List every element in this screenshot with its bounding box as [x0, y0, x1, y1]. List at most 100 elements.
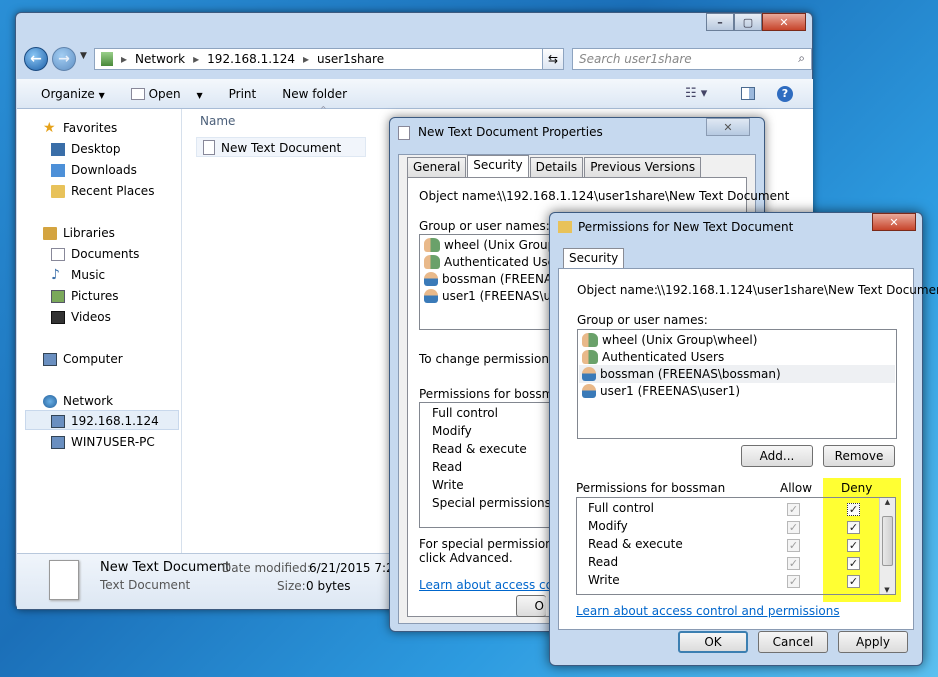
close-button[interactable]: ✕ [706, 118, 750, 136]
cancel-button[interactable]: Cancel [758, 631, 828, 653]
users-listbox[interactable]: wheel (Unix Group\wheel) Authenticated U… [577, 329, 897, 439]
navigation-pane: ★ Favorites Desktop Downloads Recent Plac… [17, 109, 182, 553]
column-header-name[interactable]: Name [200, 114, 235, 128]
minimize-button[interactable]: – [706, 13, 734, 31]
file-name: New Text Document [221, 141, 342, 155]
videos-icon [51, 310, 65, 324]
open-button[interactable]: Open ▼ [130, 86, 203, 101]
list-item[interactable]: user1 (FREENAS\user [424, 289, 570, 303]
tab-details[interactable]: Details [529, 157, 584, 177]
views-icon[interactable]: ☷ ▾ [685, 86, 707, 101]
object-name-value: \\192.168.1.124\user1share\New Text Docu… [498, 189, 790, 203]
nav-host-win7user-pc[interactable]: WIN7USER-PC [51, 435, 155, 449]
breadcrumb-network[interactable]: Network [135, 52, 185, 66]
tab-general[interactable]: General [407, 157, 467, 177]
chevron-down-icon[interactable]: ▼ [196, 91, 202, 100]
folder-icon [558, 221, 572, 233]
ok-button[interactable]: O [516, 595, 546, 617]
permission-name: Read & execute [432, 442, 527, 456]
search-input[interactable]: Search user1share ⌕ [572, 48, 812, 70]
tab-strip: Security [563, 248, 625, 270]
breadcrumb-share[interactable]: user1share [317, 52, 384, 66]
desktop-icon [51, 142, 65, 156]
dialog-title: Permissions for New Text Document [578, 220, 794, 234]
nav-libraries[interactable]: Libraries [43, 226, 115, 240]
object-name-label: Object name: [419, 189, 500, 203]
nav-host-192-168-1-124[interactable]: 192.168.1.124 [51, 414, 159, 428]
organize-button[interactable]: Organize ▼ [41, 87, 105, 101]
search-icon: ⌕ [798, 51, 805, 65]
list-item[interactable]: wheel (Unix Group\wheel) [582, 333, 757, 347]
nav-videos[interactable]: Videos [51, 310, 111, 324]
list-item[interactable]: user1 (FREENAS\user1) [582, 384, 740, 398]
forward-button[interactable]: → [52, 47, 76, 71]
group-names-label: Group or user names: [419, 219, 550, 233]
network-icon [101, 52, 113, 66]
group-icon [582, 350, 598, 364]
tab-security[interactable]: Security [563, 248, 625, 270]
chevron-down-icon: ▼ [98, 90, 105, 100]
user-name: Authenticated Users [444, 255, 567, 269]
breadcrumb-sep-icon: ▸ [121, 52, 128, 66]
nav-label: Network [63, 394, 114, 408]
users-listbox[interactable]: wheel (Unix Group\whe Authenticated User… [419, 234, 584, 330]
computer-icon [43, 352, 57, 366]
star-icon: ★ [43, 119, 56, 136]
tab-security[interactable]: Security [467, 155, 529, 177]
object-name-label: Object name: [577, 283, 658, 297]
recent-pages-chevron-icon[interactable]: ▼ [80, 51, 87, 61]
apply-button[interactable]: Apply [838, 631, 908, 653]
nav-pictures[interactable]: Pictures [51, 289, 119, 303]
tab-strip: General Security Details Previous Versio… [407, 155, 702, 177]
help-icon[interactable]: ? [777, 85, 793, 102]
nav-label: Libraries [63, 226, 115, 240]
ok-button[interactable]: OK [678, 631, 748, 653]
breadcrumb-host[interactable]: 192.168.1.124 [207, 52, 295, 66]
new-folder-button[interactable]: New folder [282, 87, 347, 101]
address-input[interactable]: ▸ Network ▸ 192.168.1.124 ▸ user1share ▼ [94, 48, 556, 70]
user-name: wheel (Unix Group\wheel) [602, 333, 758, 347]
nav-downloads[interactable]: Downloads [51, 163, 137, 177]
nav-network[interactable]: Network [43, 394, 113, 408]
list-item[interactable]: Authenticated Users [582, 350, 724, 364]
nav-desktop[interactable]: Desktop [51, 142, 121, 156]
user-icon [424, 289, 438, 303]
maximize-button[interactable]: ▢ [734, 13, 762, 31]
user-name: user1 (FREENAS\user1) [600, 384, 741, 398]
tab-previous-versions[interactable]: Previous Versions [584, 157, 702, 177]
nav-recent-places[interactable]: Recent Places [51, 184, 154, 198]
details-date-label: Date modified: [222, 561, 312, 575]
nav-computer[interactable]: Computer [43, 352, 123, 366]
add-button[interactable]: Add... [741, 445, 813, 467]
refresh-button[interactable]: ⇆ [542, 48, 564, 70]
command-bar: Organize ▼ Open ▼ Print New folder ☷ ▾ ? [17, 79, 813, 109]
nav-label: Downloads [71, 163, 137, 177]
permissions-dialog: Permissions for New Text Document ✕ Secu… [549, 212, 938, 666]
list-item[interactable]: Authenticated Users [424, 255, 566, 269]
downloads-icon [51, 163, 65, 177]
permissions-list: Full control Modify Read & execute Read … [419, 402, 569, 528]
group-icon [424, 255, 440, 269]
remove-button[interactable]: Remove [823, 445, 895, 467]
permission-name: Read [432, 460, 463, 474]
breadcrumb-sep-icon: ▸ [193, 52, 200, 66]
computer-icon [51, 414, 65, 428]
deny-column-highlight [823, 478, 901, 602]
preview-pane-icon[interactable] [741, 87, 755, 100]
close-button[interactable]: ✕ [762, 13, 806, 31]
nav-favorites[interactable]: ★ Favorites [43, 119, 117, 136]
nav-music[interactable]: ♪ Music [51, 268, 105, 283]
nav-label: Recent Places [71, 184, 155, 198]
dialog-title: New Text Document Properties [418, 125, 603, 139]
group-icon [582, 333, 598, 347]
nav-documents[interactable]: Documents [51, 247, 139, 261]
file-row[interactable]: New Text Document [196, 137, 366, 157]
back-button[interactable]: ← [24, 47, 48, 71]
open-label: Open [148, 86, 181, 101]
breadcrumb-sep-icon: ▸ [302, 52, 309, 66]
user-name: bossman (FREENAS\bossman) [600, 367, 781, 381]
close-button[interactable]: ✕ [872, 213, 916, 231]
list-item-selected[interactable]: bossman (FREENAS\bossman) [582, 367, 781, 381]
print-button[interactable]: Print [229, 87, 257, 101]
text-file-icon [398, 126, 410, 140]
